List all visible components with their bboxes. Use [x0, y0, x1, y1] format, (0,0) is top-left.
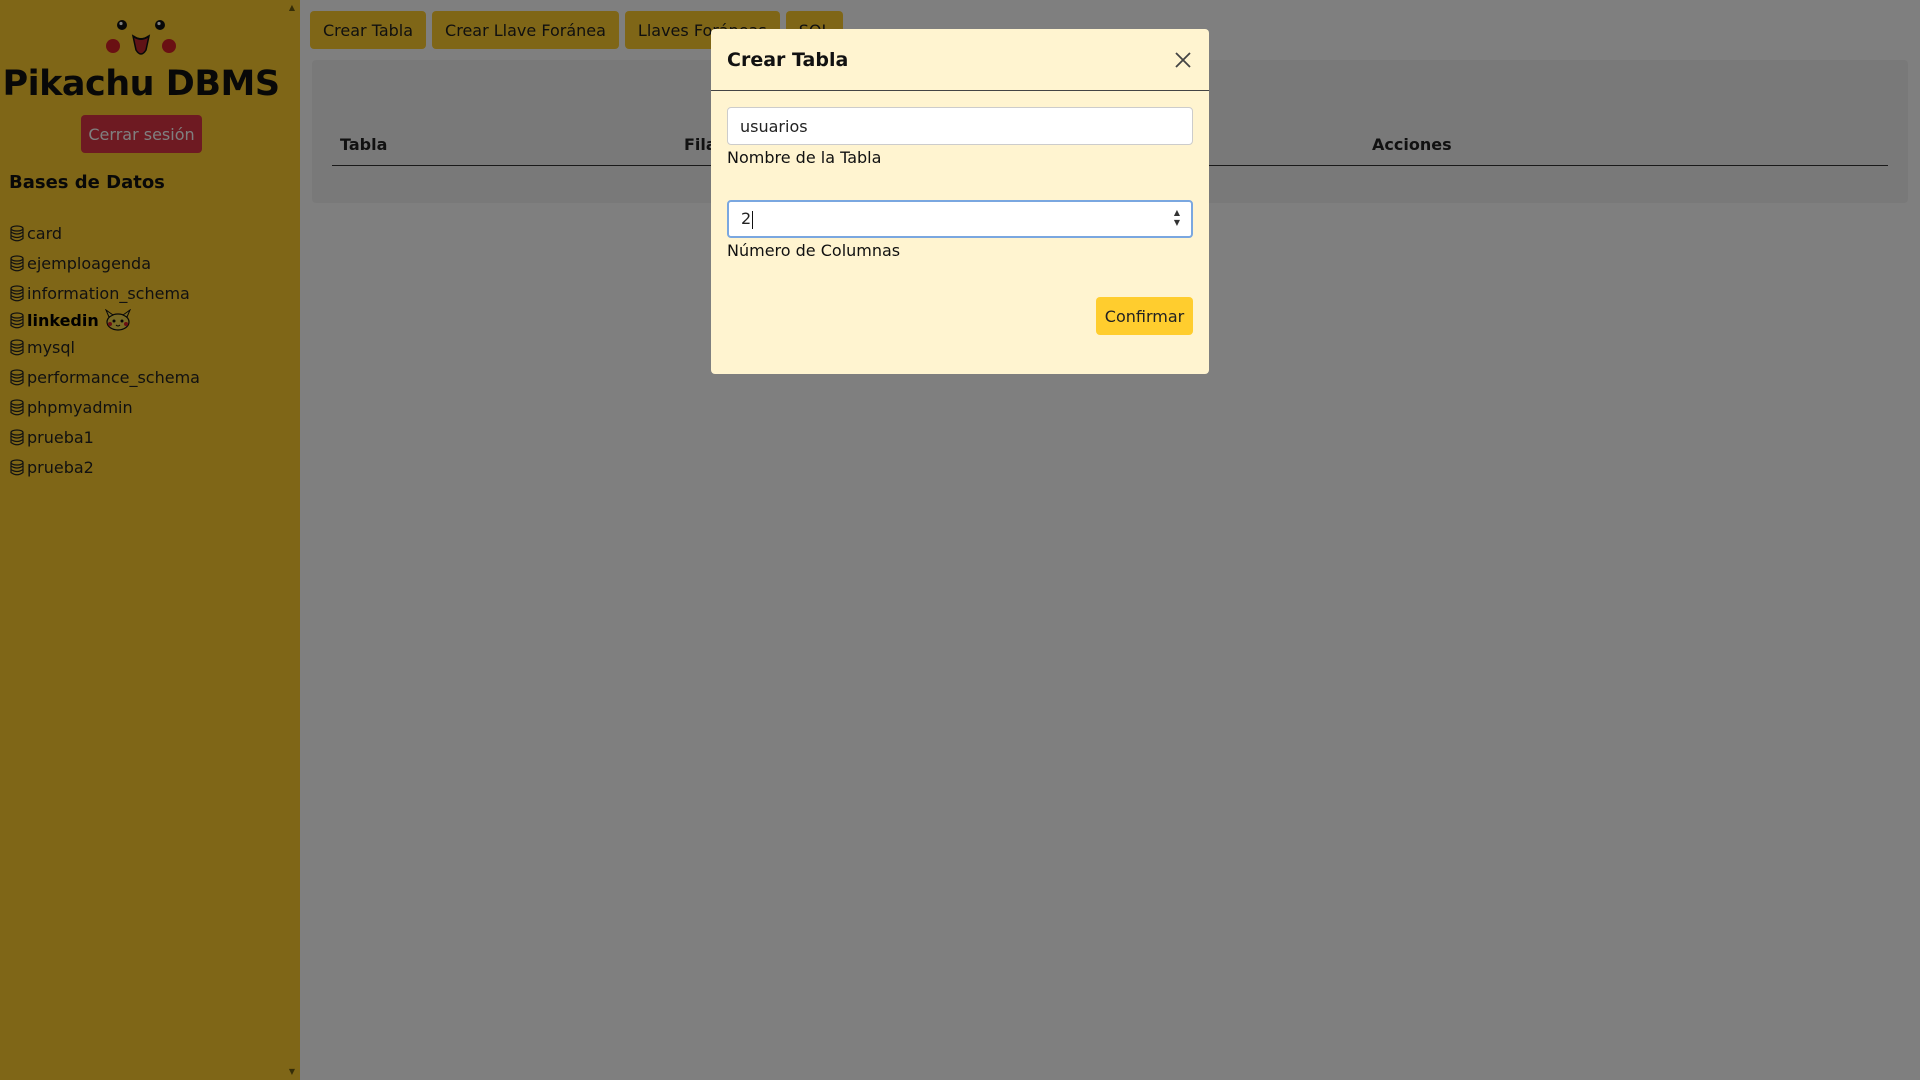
columns-label: Número de Columnas [727, 241, 901, 260]
modal-body: Nombre de la Tabla 2 ▲▼ Número de Column… [711, 91, 1209, 276]
create-table-modal: Crear Tabla Nombre de la Tabla 2 ▲▼ Núme… [711, 29, 1209, 374]
table-name-input[interactable] [727, 107, 1193, 145]
columns-field: 2 ▲ ▼ [727, 200, 1193, 238]
modal-header: Crear Tabla [711, 29, 1209, 91]
spinner-icon[interactable]: ▲ ▼ [1171, 208, 1183, 230]
table-name-label: Nombre de la Tabla [727, 148, 882, 167]
columns-value: 2 [741, 209, 752, 228]
close-icon [1175, 51, 1191, 68]
columns-number-input[interactable]: 2 [727, 200, 1193, 238]
modal-title: Crear Tabla [727, 48, 849, 71]
close-button[interactable] [1173, 50, 1193, 70]
confirm-button[interactable]: Confirmar [1096, 297, 1193, 335]
